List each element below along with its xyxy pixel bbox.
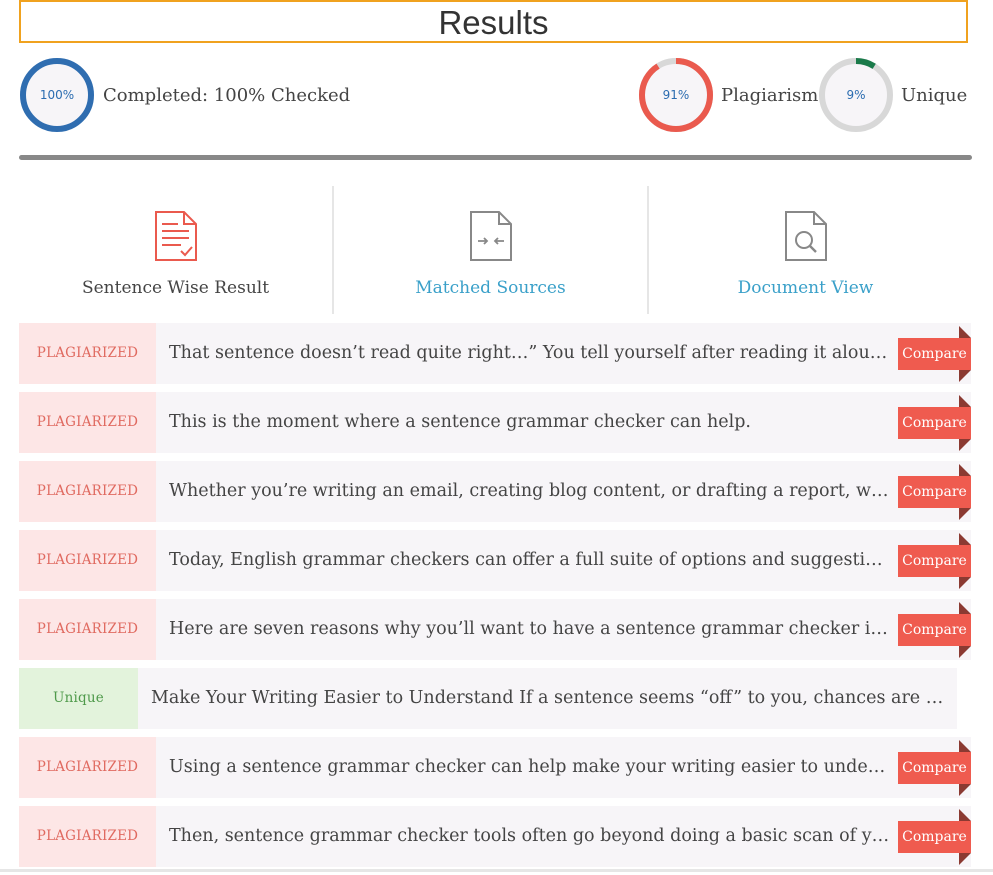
compare-button[interactable]: Compare [898, 740, 971, 796]
sentence-text: Here are seven reasons why you’ll want t… [156, 599, 971, 660]
tab-document-view-label: Document View [737, 278, 874, 298]
completed-label: Completed: 100% Checked [103, 84, 351, 106]
result-row: PLAGIARIZED Whether you’re writing an em… [19, 461, 971, 522]
results-title: Results [19, 0, 968, 43]
plagiarism-label: Plagiarism [721, 84, 819, 106]
compare-button[interactable]: Compare [898, 464, 971, 520]
tab-matched-sources-label: Matched Sources [415, 278, 566, 298]
sentence-text: Whether you’re writing an email, creatin… [156, 461, 971, 522]
sentence-text: Using a sentence grammar checker can hel… [156, 737, 971, 798]
status-badge: PLAGIARIZED [19, 392, 156, 453]
compare-button[interactable]: Compare [898, 395, 971, 451]
sentence-results-list: PLAGIARIZED That sentence doesn’t read q… [19, 323, 971, 875]
plagiarism-progress-ring: 91% [638, 57, 714, 133]
compare-button[interactable]: Compare [898, 326, 971, 382]
sentence-text: Then, sentence grammar checker tools oft… [156, 806, 971, 867]
result-row: PLAGIARIZED Then, sentence grammar check… [19, 806, 971, 867]
completed-percent: 100% [39, 88, 75, 102]
status-badge: PLAGIARIZED [19, 599, 156, 660]
section-divider [19, 155, 972, 160]
result-row: PLAGIARIZED Using a sentence grammar che… [19, 737, 971, 798]
document-compare-icon [468, 210, 514, 266]
tab-matched-sources[interactable]: Matched Sources [332, 186, 647, 314]
sentence-text: Make Your Writing Easier to Understand I… [138, 668, 957, 729]
result-tabs: Sentence Wise Result Matched Sources Doc… [19, 186, 962, 314]
result-row: PLAGIARIZED This is the moment where a s… [19, 392, 971, 453]
completed-stat: 100% Completed: 100% Checked [19, 57, 350, 133]
compare-button[interactable]: Compare [898, 602, 971, 658]
completed-progress-ring: 100% [19, 57, 95, 133]
status-badge: PLAGIARIZED [19, 323, 156, 384]
tab-sentence-wise-result-label: Sentence Wise Result [81, 278, 270, 298]
status-badge: PLAGIARIZED [19, 737, 156, 798]
result-row: Unique Make Your Writing Easier to Under… [19, 668, 971, 729]
sentence-text: That sentence doesn’t read quite right…”… [156, 323, 971, 384]
result-row: PLAGIARIZED Today, English grammar check… [19, 530, 971, 591]
status-badge: Unique [19, 668, 138, 729]
sentence-text: Today, English grammar checkers can offe… [156, 530, 971, 591]
plagiarism-percent: 91% [662, 88, 690, 102]
result-row: PLAGIARIZED That sentence doesn’t read q… [19, 323, 971, 384]
unique-label: Unique [901, 84, 968, 106]
tab-sentence-wise-result[interactable]: Sentence Wise Result [19, 186, 332, 314]
status-badge: PLAGIARIZED [19, 530, 156, 591]
unique-stat: 9% Unique [818, 57, 967, 133]
result-row: PLAGIARIZED Here are seven reasons why y… [19, 599, 971, 660]
compare-button[interactable]: Compare [898, 533, 971, 589]
status-badge: PLAGIARIZED [19, 461, 156, 522]
sentence-text: This is the moment where a sentence gram… [156, 392, 971, 453]
tab-document-view[interactable]: Document View [647, 186, 962, 314]
compare-button[interactable]: Compare [898, 809, 971, 865]
unique-progress-ring: 9% [818, 57, 894, 133]
document-check-icon [153, 210, 199, 266]
plagiarism-stat: 91% Plagiarism [638, 57, 818, 133]
document-search-icon [783, 210, 829, 266]
unique-percent: 9% [846, 88, 866, 102]
status-badge: PLAGIARIZED [19, 806, 156, 867]
